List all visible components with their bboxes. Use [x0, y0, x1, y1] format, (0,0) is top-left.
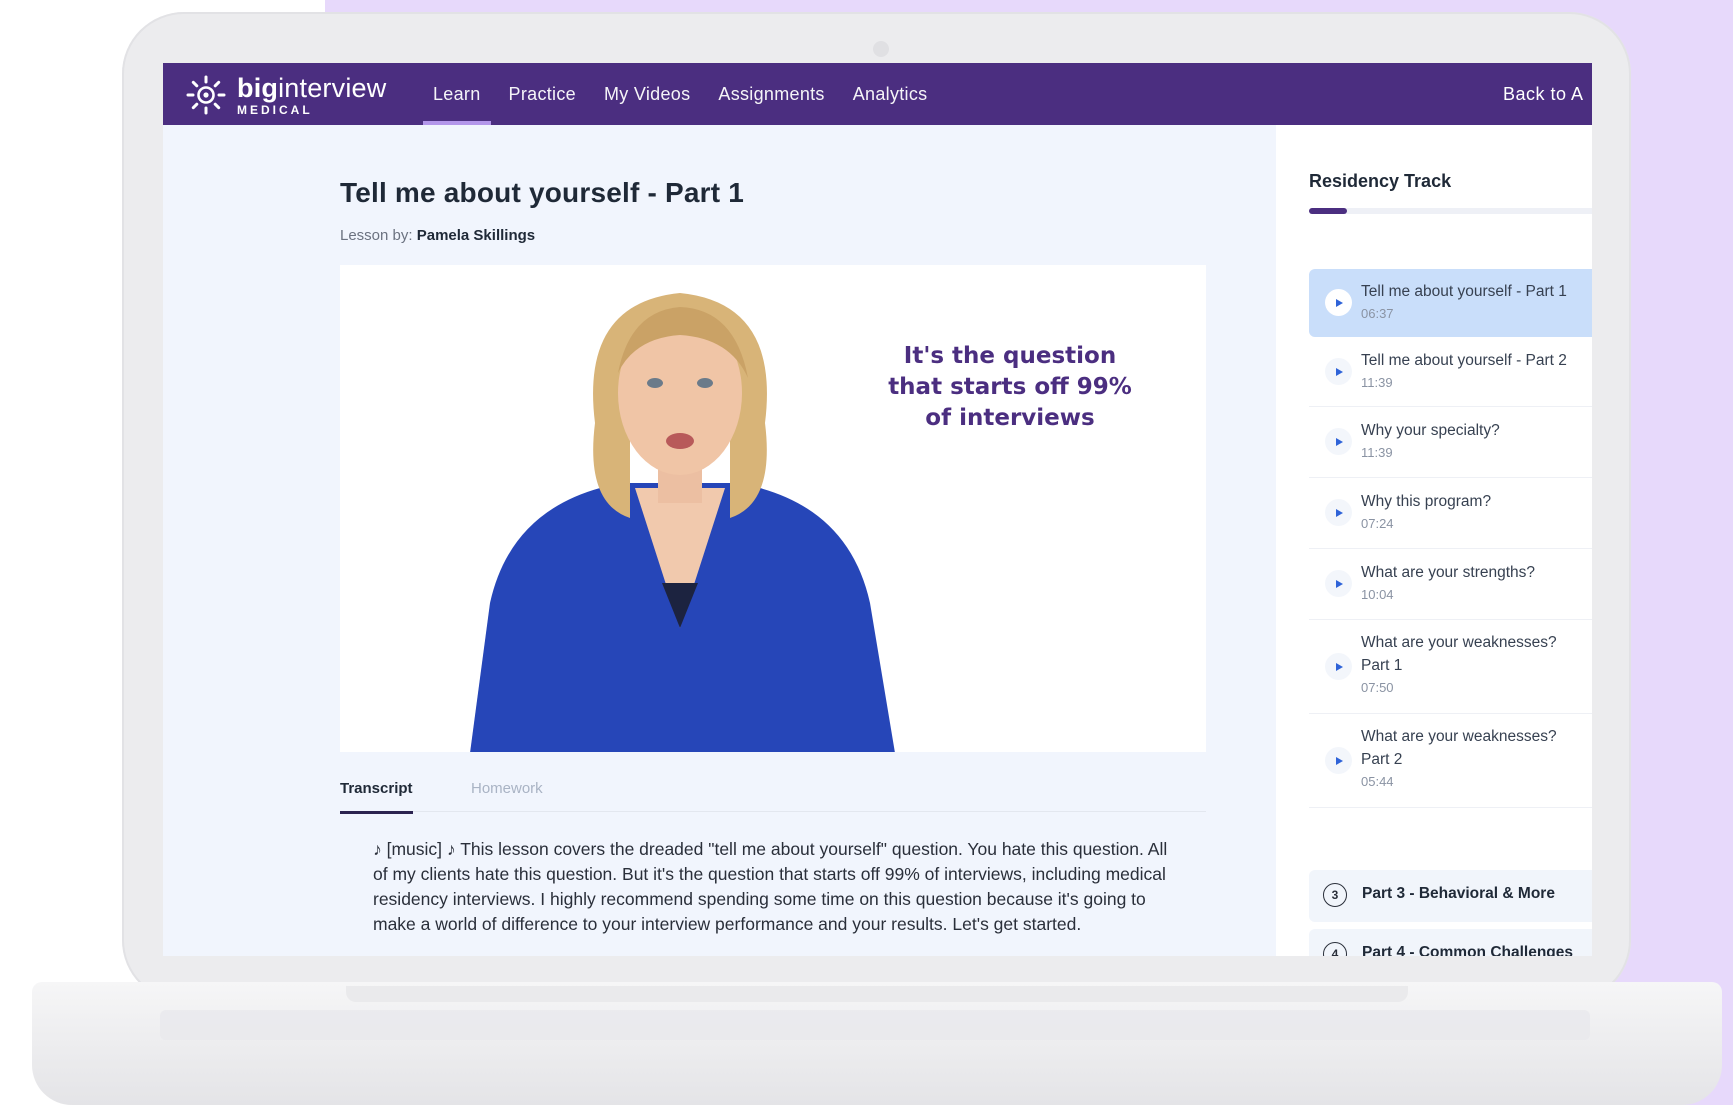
lesson-item-title-2: Part 2 — [1361, 751, 1403, 768]
track-progress-fill — [1309, 208, 1347, 214]
video-quote-line1: It's the question — [903, 343, 1117, 369]
nav-practice[interactable]: Practice — [495, 63, 590, 125]
laptop-hinge — [346, 986, 1408, 1002]
lesson-item-title-2: Part 1 — [1361, 657, 1403, 674]
track-title: Residency Track — [1309, 171, 1452, 191]
part-item-4[interactable]: 4 Part 4 - Common Challenges — [1309, 929, 1592, 956]
tab-transcript[interactable]: Transcript — [340, 777, 413, 814]
lesson-item-duration: 10:04 — [1361, 587, 1394, 602]
tab-homework[interactable]: Homework — [471, 777, 543, 811]
presenter-image — [470, 293, 895, 752]
lesson-item-title: What are your strengths? — [1361, 564, 1536, 581]
part-title: Part 3 - Behavioral & More — [1362, 885, 1555, 902]
nav-my-videos[interactable]: My Videos — [590, 63, 704, 125]
lesson-title: Tell me about yourself - Part 1 — [340, 177, 744, 208]
sun-logo-icon — [186, 75, 226, 115]
app-screen: biginterview MEDICAL Learn Practice My V… — [163, 63, 1592, 956]
lesson-item[interactable]: Why this program? 07:24 — [1309, 478, 1592, 549]
transcript-text: ♪ [music] ♪ This lesson covers the dread… — [373, 839, 1168, 934]
lesson-item[interactable]: What are your weaknesses? Part 2 05:44 — [1309, 714, 1592, 808]
video-player[interactable]: It's the question that starts off 99% of… — [340, 265, 1206, 752]
main-nav: Learn Practice My Videos Assignments Ana… — [419, 63, 941, 125]
part-title: Part 4 - Common Challenges — [1362, 944, 1574, 956]
lesson-item-duration: 11:39 — [1361, 375, 1393, 390]
play-icon[interactable] — [1325, 499, 1352, 526]
logo-interview: interview — [278, 72, 387, 103]
part-item-3[interactable]: 3 Part 3 - Behavioral & More — [1309, 870, 1592, 922]
nav-learn[interactable]: Learn — [419, 63, 495, 125]
lesson-item-active[interactable]: Tell me about yourself - Part 1 06:37 — [1309, 269, 1592, 337]
play-icon[interactable] — [1325, 653, 1352, 680]
lesson-item-duration: 06:37 — [1361, 306, 1394, 321]
play-icon[interactable] — [1325, 428, 1352, 455]
lesson-item-duration: 05:44 — [1361, 774, 1394, 789]
lesson-item-title: Why this program? — [1361, 493, 1492, 510]
logo-wordmark: biginterview MEDICAL — [237, 72, 387, 117]
lesson-item[interactable]: Why your specialty? 11:39 — [1309, 407, 1592, 478]
track-sidebar: Residency Track Tell me about yourself -… — [1276, 125, 1592, 956]
track-progress-bar — [1309, 208, 1592, 214]
content-tabs: Transcript Homework — [340, 777, 1206, 814]
top-navbar: biginterview MEDICAL Learn Practice My V… — [163, 63, 1592, 125]
lesson-item[interactable]: What are your weaknesses? Part 1 07:50 — [1309, 620, 1592, 714]
lesson-item-title: Tell me about yourself - Part 2 — [1361, 352, 1567, 369]
video-quote: It's the question that starts off 99% of… — [870, 341, 1150, 434]
play-icon[interactable] — [1325, 570, 1352, 597]
lesson-item[interactable]: What are your strengths? 10:04 — [1309, 549, 1592, 620]
logo-big: big — [237, 72, 279, 103]
part-number-badge: 3 — [1323, 883, 1347, 907]
nav-analytics[interactable]: Analytics — [839, 63, 942, 125]
lesson-item-title: Tell me about yourself - Part 1 — [1361, 283, 1567, 300]
lesson-item-duration: 11:39 — [1361, 445, 1393, 460]
lesson-byline: Lesson by: Pamela Skillings — [340, 227, 535, 244]
video-quote-line2: that starts off 99% — [888, 374, 1132, 400]
lesson-item-title: What are your weaknesses? — [1361, 634, 1557, 651]
brand-logo[interactable]: biginterview MEDICAL — [185, 71, 386, 119]
play-icon[interactable] — [1325, 289, 1352, 316]
nav-assignments[interactable]: Assignments — [704, 63, 838, 125]
lesson-by-label: Lesson by: — [340, 227, 413, 244]
lesson-author[interactable]: Pamela Skillings — [417, 227, 535, 244]
video-quote-line3: of interviews — [925, 405, 1095, 431]
lesson-item-title: Why your specialty? — [1361, 422, 1500, 439]
lesson-item-duration: 07:50 — [1361, 680, 1394, 695]
lesson-item-duration: 07:24 — [1361, 516, 1394, 531]
lesson-item[interactable]: Tell me about yourself - Part 2 11:39 — [1309, 337, 1592, 407]
logo-sub: MEDICAL — [237, 102, 313, 117]
laptop-keyboard — [160, 1010, 1590, 1040]
lesson-item-title: What are your weaknesses? — [1361, 728, 1557, 745]
lesson-list: Tell me about yourself - Part 1 06:37 Te… — [1309, 269, 1592, 808]
back-link[interactable]: Back to A — [1503, 63, 1584, 125]
play-icon[interactable] — [1325, 358, 1352, 385]
part-number-badge: 4 — [1323, 942, 1347, 956]
play-icon[interactable] — [1325, 747, 1352, 774]
laptop-camera — [873, 41, 889, 57]
